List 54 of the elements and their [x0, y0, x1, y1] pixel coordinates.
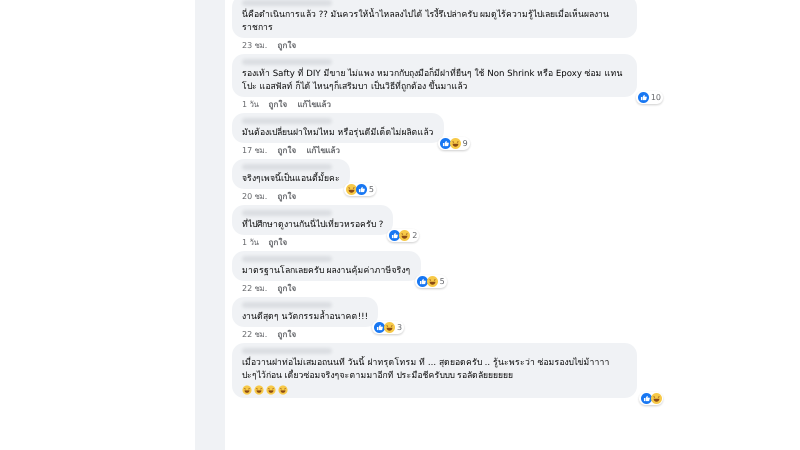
comment-action[interactable]: ถูกใจ: [268, 99, 288, 112]
reaction-badge[interactable]: [639, 392, 663, 405]
laughing-emoji-icon: [384, 322, 395, 333]
reaction-badge[interactable]: 5: [414, 275, 447, 288]
comment-text: จริงๆเพจนี้เป็นแอนตี้มั้ยคะ: [242, 173, 340, 186]
comment-text: นี่คือดำเนินการแล้ว ?? มันควรให้น้ำไหลลงไปได้ ไรงี้รึเปล่าครับ ผมดูไร้ความรู้ไปเลยเมื่อเห็นผลงานราชการ: [242, 9, 610, 35]
comment-time[interactable]: 22 ชม.: [242, 329, 268, 342]
thumbs-up-icon: [374, 322, 385, 333]
comment-text: ที่ไปศึกษาดูงานกันนี่ไปเที่ยวหรอครับ ?: [242, 219, 384, 232]
reaction-count: 5: [368, 185, 374, 194]
thumbs-up-icon: [356, 184, 367, 195]
comment-time[interactable]: 20 ชม.: [242, 191, 268, 204]
comment-text: มาตรฐานโลกเลยครับ ผลงานคุ้มค่าภาษีจริงๆ: [242, 265, 411, 278]
reaction-count: 5: [440, 277, 445, 286]
comment-text: งานดีสุดๆ นวัตกรรมล้ำอนาคต!!!: [242, 311, 368, 324]
comment-time[interactable]: 17 ชม.: [242, 145, 268, 158]
comment-text: มันต้องเปลี่ยนฝาใหม่ไหม หรือรุ่นดีมีเด็ดไม่ผลิตแล้ว: [242, 127, 434, 140]
laughing-emoji-icon: [242, 385, 252, 395]
comment-action[interactable]: ถูกใจ: [277, 145, 296, 158]
reaction-count: 3: [396, 323, 402, 332]
comment-action[interactable]: ถูกใจ: [268, 237, 288, 250]
comment-action[interactable]: ถูกใจ: [277, 40, 296, 53]
laughing-emoji-icon: [254, 385, 264, 395]
laughing-emoji-icon: [346, 184, 357, 195]
laughing-emoji-icon: [266, 385, 276, 395]
reaction-count: 2: [412, 231, 418, 240]
reaction-count: 9: [462, 139, 468, 148]
laughing-emoji-icon: [651, 393, 662, 404]
reaction-badge[interactable]: 9: [438, 137, 470, 150]
comment-time[interactable]: 1 วัน: [242, 237, 259, 250]
thumbs-up-icon: [389, 230, 400, 241]
comment-action[interactable]: ถูกใจ: [277, 329, 296, 342]
laughing-emoji-icon: [399, 230, 410, 241]
reaction-badge[interactable]: 5: [344, 183, 376, 196]
thumbs-up-icon: [638, 92, 649, 103]
laughing-emoji-icon: [450, 138, 461, 149]
thumbs-up-icon: [416, 276, 428, 287]
reaction-badge[interactable]: 3: [372, 321, 404, 334]
laughing-emoji-icon: [426, 276, 438, 287]
thumbs-up-icon: [440, 138, 451, 149]
reaction-count: 10: [650, 93, 661, 102]
comment-text: รองเท้า Safty ที่ DIY มีขาย ไม่แพง หมวกกับถุงมือก็มีฝาที่ยืนๆ ใช้ Non Shrink หรือ Epoxy ซ่อม แทนโปะ แอสฟัลท์ ก็ได้ ไหนๆก็เสริมบา เป็นวิธีที่ถูกต้อง ขึ้นมาแล้ว: [242, 68, 624, 94]
comment-action[interactable]: ถูกใจ: [277, 191, 296, 204]
comment-time[interactable]: 23 ชม.: [242, 40, 268, 53]
thumbs-up-icon: [641, 393, 652, 404]
reaction-badge[interactable]: 10: [636, 91, 663, 104]
laughing-emoji-icon: [278, 385, 288, 395]
comment-action[interactable]: ถูกใจ: [277, 283, 296, 296]
comment-text: เมื่อวานฝาท่อไม่เสมอถนนที วันนี้ ฝาทรุดโทรม ที ... สุดยอดครับ .. รู้นะพระว่า ซ่อมรองบไข่ม้าาาา ปะๆไว้ก่อน เดี๋ยวซ่อมจริงๆจะตามมาอีกที ประมือชีครับบบ รอลัดลัยยยยยย: [242, 357, 611, 383]
comment-action[interactable]: แก้ไขแล้ว: [298, 99, 331, 112]
comment-action[interactable]: แก้ไขแล้ว: [306, 145, 340, 158]
comment-time[interactable]: 1 วัน: [242, 99, 259, 112]
reaction-badge[interactable]: 2: [387, 229, 420, 242]
comment-time[interactable]: 22 ชม.: [242, 283, 268, 296]
